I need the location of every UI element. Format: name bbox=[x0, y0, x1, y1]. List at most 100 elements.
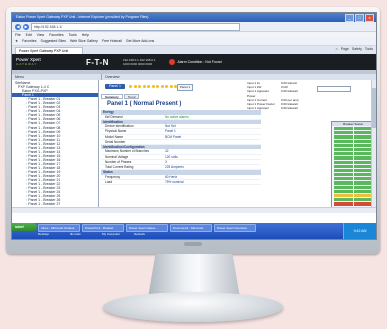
fav-link[interactable]: Free Hotmail bbox=[102, 38, 122, 45]
breaker-cell[interactable] bbox=[334, 198, 353, 202]
breaker-cell[interactable] bbox=[334, 189, 353, 193]
quick-launch: Desktop IE Links My Computer Network bbox=[38, 232, 164, 237]
breaker-cell[interactable] bbox=[334, 173, 353, 177]
breaker-cell[interactable] bbox=[353, 177, 372, 181]
overview-pane: Panel 1 Panel 1 Input 1 kv 0.00 kilovolt I… bbox=[99, 80, 376, 207]
status-dots bbox=[129, 85, 182, 88]
breaker-cell[interactable] bbox=[353, 131, 372, 135]
fav-link[interactable]: Suggested Sites bbox=[41, 38, 67, 45]
task-button[interactable]: Document1 - Microsoft bbox=[170, 224, 212, 232]
url-input[interactable]: http://192.168.1.1/ bbox=[31, 22, 240, 31]
property-table: Energy kW Demand No active alarms Identific… bbox=[101, 110, 261, 186]
fav-link[interactable]: Get More Add-ons bbox=[126, 38, 154, 45]
breaker-cell[interactable] bbox=[353, 152, 372, 156]
task-button[interactable]: Power Xpert Overview bbox=[214, 224, 256, 232]
breaker-cell[interactable] bbox=[334, 202, 353, 206]
property-value: 120 volts bbox=[165, 154, 178, 159]
breaker-cell[interactable] bbox=[353, 202, 372, 206]
breaker-cell[interactable] bbox=[334, 147, 353, 152]
property-label: Load bbox=[105, 179, 113, 184]
breaker-cell[interactable] bbox=[353, 127, 372, 131]
breaker-cell[interactable] bbox=[334, 152, 353, 156]
monitor-stand bbox=[103, 292, 283, 322]
favorites-star-icon[interactable]: ★ bbox=[15, 38, 18, 45]
task-button[interactable]: Inbox - Microsoft Outlook bbox=[38, 224, 80, 232]
fav-link[interactable]: Favorites bbox=[22, 38, 36, 45]
breaker-cell[interactable] bbox=[353, 181, 372, 185]
breaker-cell[interactable] bbox=[353, 185, 372, 189]
breaker-cell[interactable] bbox=[353, 160, 372, 164]
meter-value: 0.00 kilowatt bbox=[281, 89, 298, 94]
status-line: Panel 1 Panel 1 Input 1 kv 0.00 kilovolt I… bbox=[99, 80, 376, 114]
breaker-cell[interactable] bbox=[353, 173, 372, 177]
quick-launch-item[interactable]: Network bbox=[134, 232, 164, 237]
property-label: Frequency bbox=[105, 174, 121, 179]
property-label: Nominal Voltage bbox=[105, 154, 129, 159]
task-button[interactable]: Power Xpert Gatew... bbox=[126, 224, 168, 232]
power-button[interactable]: Panel 1 bbox=[105, 84, 125, 89]
breaker-cell[interactable] bbox=[353, 139, 372, 143]
minimize-button[interactable]: _ bbox=[345, 14, 354, 22]
breaker-cell[interactable] bbox=[353, 164, 372, 168]
fav-link[interactable]: Web Slice Gallery bbox=[70, 38, 98, 45]
property-value: Not Set bbox=[165, 124, 176, 129]
breaker-cell[interactable] bbox=[353, 194, 372, 198]
breaker-cell[interactable] bbox=[353, 168, 372, 173]
breaker-cell[interactable] bbox=[353, 198, 372, 202]
breaker-cell[interactable] bbox=[353, 135, 372, 139]
cmd-page[interactable]: Page bbox=[341, 47, 349, 51]
start-button[interactable]: start bbox=[12, 223, 37, 231]
breaker-cell[interactable] bbox=[334, 127, 353, 131]
breaker-cell[interactable] bbox=[353, 143, 372, 147]
breaker-cell[interactable] bbox=[353, 147, 372, 152]
panel-title: Panel 1 ( Normal Present ) bbox=[107, 101, 182, 107]
app-header: Power Xpert GATEWAY F-T-N 192.168.0.1 19… bbox=[12, 54, 376, 70]
tab-summary[interactable]: Summary bbox=[101, 94, 123, 99]
alarm-status[interactable]: Alarm Condition : Not Found bbox=[169, 59, 222, 65]
tab-trend[interactable]: Trend bbox=[123, 94, 140, 99]
breaker-cell[interactable] bbox=[334, 160, 353, 164]
forward-icon[interactable]: ▶ bbox=[23, 23, 29, 30]
breaker-cell[interactable] bbox=[334, 156, 353, 160]
system-tray-clock[interactable]: 9:42 AM bbox=[343, 223, 376, 239]
breaker-cell[interactable] bbox=[334, 164, 353, 168]
sub-tabs: Summary Trend bbox=[101, 94, 140, 99]
quick-launch-item[interactable]: My Computer bbox=[102, 232, 132, 237]
property-value: 3 bbox=[165, 159, 167, 164]
tree-panel-item[interactable]: Panel 1 - Breaker 27 bbox=[12, 202, 98, 206]
unit-select[interactable] bbox=[317, 86, 351, 92]
meter-row: Input 1 Apparent Power 0.00 kilowatt bbox=[247, 89, 299, 97]
breaker-cell[interactable] bbox=[334, 143, 353, 147]
header-info-line: 1000 0000 0000 0000 bbox=[122, 62, 153, 66]
close-button[interactable]: x bbox=[365, 14, 374, 22]
breaker-cell[interactable] bbox=[334, 139, 353, 143]
home-icon[interactable]: ⌂ bbox=[336, 47, 338, 51]
task-button[interactable]: PowerPoint - Breaker bbox=[82, 224, 124, 232]
browser-tab[interactable]: Power Xpert Gateway PXP Unit bbox=[15, 47, 83, 54]
breaker-cell[interactable] bbox=[334, 135, 353, 139]
cmd-tools[interactable]: Tools bbox=[365, 47, 373, 51]
breaker-cell[interactable] bbox=[353, 189, 372, 193]
property-label: Number of Phases bbox=[105, 159, 132, 164]
quick-launch-item[interactable]: IE Links bbox=[70, 232, 100, 237]
back-icon[interactable]: ◀ bbox=[15, 23, 21, 30]
alarm-text: Alarm Condition : Not Found bbox=[177, 60, 222, 64]
breaker-cell[interactable] bbox=[353, 156, 372, 160]
quick-launch-item[interactable]: Desktop bbox=[38, 232, 68, 237]
vendor-logo: F-T-N bbox=[86, 57, 109, 67]
property-label: Maximum Number of Branches bbox=[105, 149, 149, 154]
property-value: 75% nominal bbox=[165, 179, 184, 184]
cmd-safety[interactable]: Safety bbox=[352, 47, 362, 51]
vertical-scrollbar[interactable] bbox=[371, 80, 376, 207]
property-value: BCM Panel bbox=[165, 134, 182, 139]
breaker-cell[interactable] bbox=[334, 177, 353, 181]
breaker-cell[interactable] bbox=[334, 131, 353, 135]
maximize-button[interactable]: □ bbox=[355, 14, 364, 22]
breaker-cell[interactable] bbox=[334, 168, 353, 173]
breaker-cell[interactable] bbox=[334, 185, 353, 189]
breaker-cell[interactable] bbox=[334, 194, 353, 198]
favorites-bar: ★ Favorites Suggested Sites Web Slice Ga… bbox=[12, 38, 376, 46]
panel-button[interactable]: Panel 1 bbox=[177, 84, 193, 91]
property-label: Physical Name bbox=[105, 129, 127, 134]
breaker-cell[interactable] bbox=[334, 181, 353, 185]
